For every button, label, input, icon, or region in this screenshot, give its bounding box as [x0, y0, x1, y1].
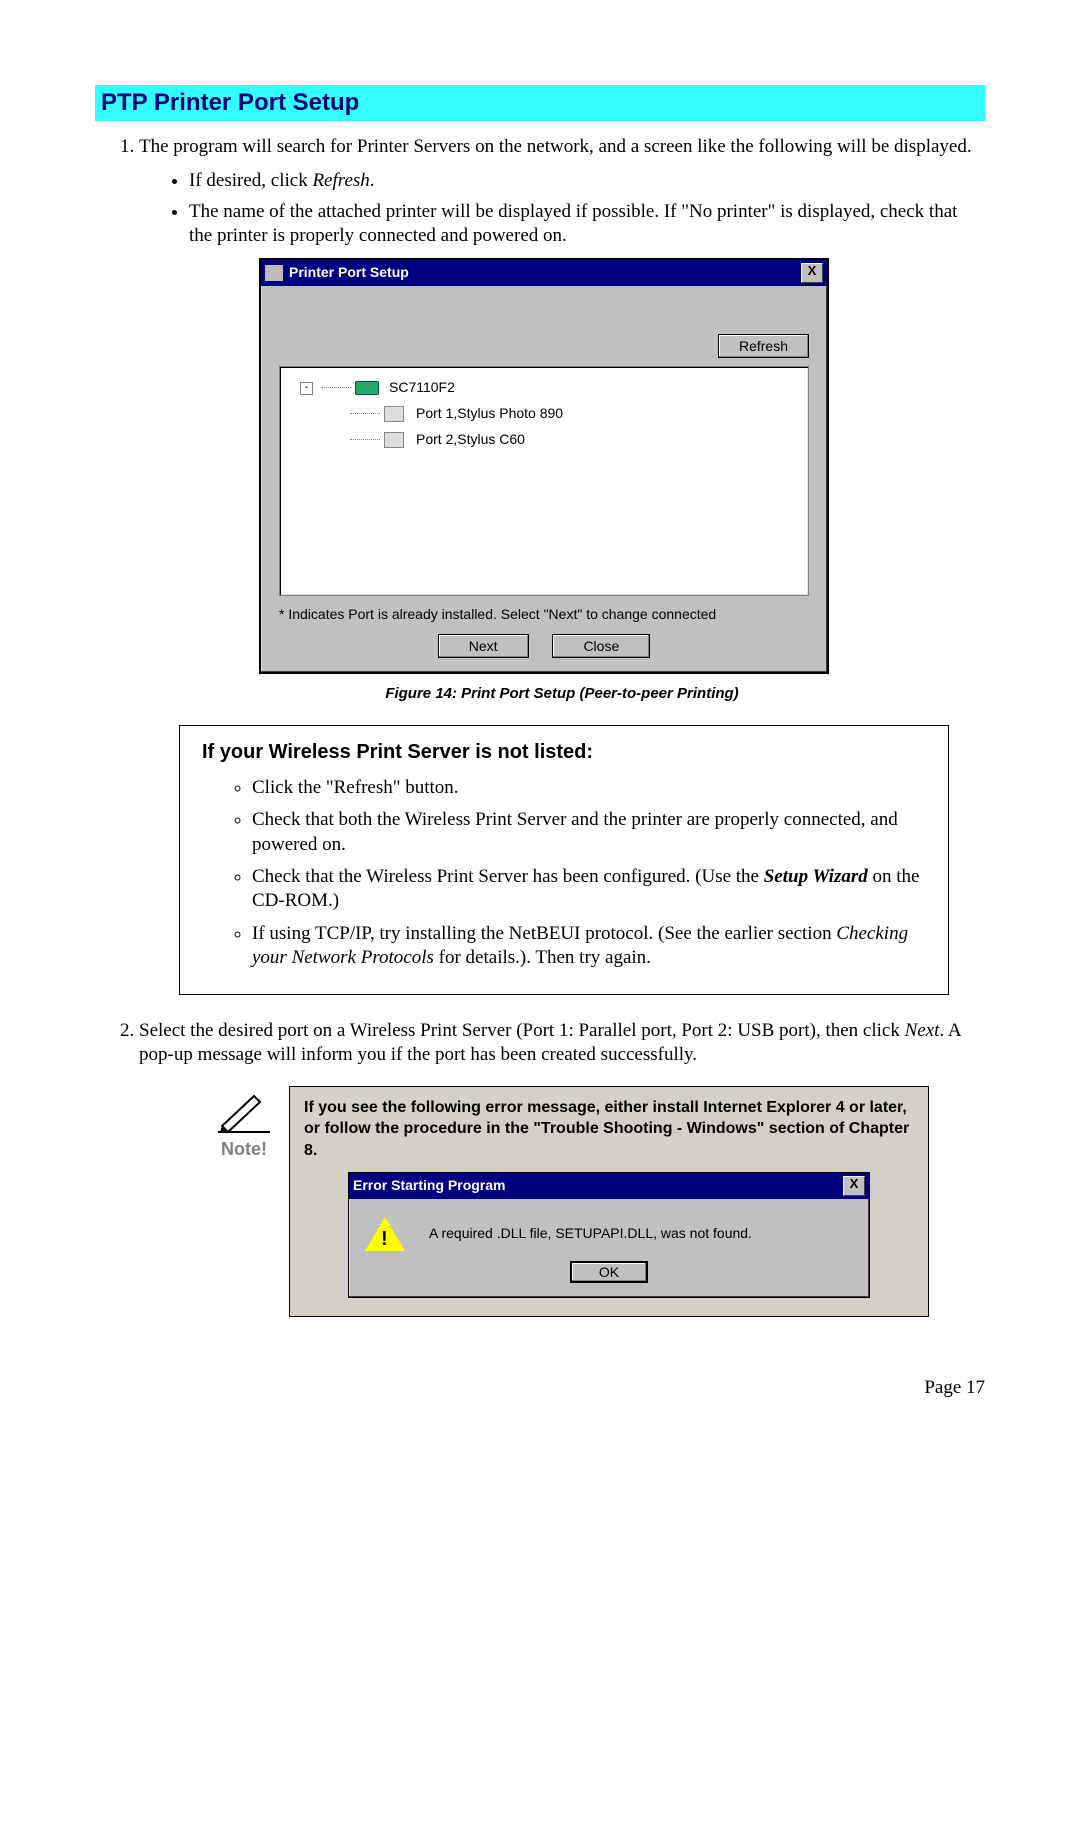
printer-port-setup-dialog: Printer Port Setup X Refresh - SC7110F2	[259, 258, 829, 674]
printserver-icon	[355, 381, 379, 395]
aside-b1: Click the "Refresh" button.	[252, 776, 926, 800]
collapse-icon[interactable]: -	[300, 382, 313, 395]
ok-button[interactable]: OK	[570, 1261, 648, 1283]
warning-icon	[365, 1217, 405, 1251]
note-block: Note! If you see the following error mes…	[199, 1086, 985, 1317]
error-title: Error Starting Program	[353, 1177, 505, 1195]
error-titlebar: Error Starting Program X	[349, 1173, 869, 1199]
not-listed-box: If your Wireless Print Server is not lis…	[179, 725, 949, 995]
text: If desired, click	[189, 170, 312, 191]
port2-label: Port 2,Stylus C60	[416, 431, 525, 449]
printer-icon	[384, 432, 404, 448]
tree-port1-row[interactable]: Port 1,Stylus Photo 890	[290, 401, 798, 427]
step1-bullet-refresh: If desired, click Refresh.	[189, 169, 985, 193]
aside-b2: Check that both the Wireless Print Serve…	[252, 808, 926, 857]
aside-b3: Check that the Wireless Print Server has…	[252, 865, 926, 914]
page-number: Page 17	[95, 1377, 985, 1399]
error-message: A required .DLL file, SETUPAPI.DLL, was …	[429, 1225, 752, 1243]
note-label: Note!	[199, 1138, 289, 1161]
text: Select the desired port on a Wireless Pr…	[139, 1020, 905, 1041]
step-2: Select the desired port on a Wireless Pr…	[139, 1019, 985, 1316]
text: for details.). Then try again.	[434, 947, 651, 968]
next-button[interactable]: Next	[438, 634, 529, 658]
setup-wizard-word: Setup Wizard	[764, 866, 868, 887]
note-body: If you see the following error message, …	[289, 1086, 929, 1317]
device-name: SC7110F2	[389, 379, 455, 397]
text: If using TCP/IP, try installing the NetB…	[252, 923, 836, 944]
ordered-steps: The program will search for Printer Serv…	[95, 135, 985, 1317]
step1-bullets: If desired, click Refresh. The name of t…	[139, 169, 985, 248]
dialog-titlebar: Printer Port Setup X	[261, 260, 827, 286]
device-tree[interactable]: - SC7110F2 Port 1,Stylus Photo 890	[279, 366, 809, 596]
close-icon[interactable]: X	[843, 1176, 865, 1196]
printer-icon	[384, 406, 404, 422]
tree-connector	[350, 439, 380, 441]
error-dialog: Error Starting Program X A required .DLL…	[348, 1172, 870, 1298]
step1-bullet-printer-name: The name of the attached printer will be…	[189, 200, 985, 249]
tree-device-row[interactable]: - SC7110F2	[290, 375, 798, 401]
text: .	[370, 170, 375, 191]
step-1: The program will search for Printer Serv…	[139, 135, 985, 995]
close-button[interactable]: Close	[552, 634, 650, 658]
tree-connector	[350, 413, 380, 415]
section-title: PTP Printer Port Setup	[95, 85, 985, 121]
refresh-word: Refresh	[312, 170, 369, 191]
port1-label: Port 1,Stylus Photo 890	[416, 405, 563, 423]
tree-connector	[321, 387, 351, 389]
text: Check that the Wireless Print Server has…	[252, 866, 764, 887]
next-word: Next	[905, 1020, 940, 1041]
dialog-title: Printer Port Setup	[289, 264, 409, 282]
app-icon	[265, 265, 283, 281]
figure-caption: Figure 14: Print Port Setup (Peer-to-pee…	[139, 684, 985, 703]
aside-b4: If using TCP/IP, try installing the NetB…	[252, 922, 926, 971]
note-text: If you see the following error message, …	[304, 1097, 914, 1162]
dialog-hint: * Indicates Port is already installed. S…	[279, 606, 809, 624]
close-icon[interactable]: X	[801, 263, 823, 283]
step1-text: The program will search for Printer Serv…	[139, 136, 972, 157]
not-listed-title: If your Wireless Print Server is not lis…	[202, 740, 926, 766]
not-listed-bullets: Click the "Refresh" button. Check that b…	[202, 776, 926, 970]
tree-port2-row[interactable]: Port 2,Stylus C60	[290, 427, 798, 453]
refresh-button[interactable]: Refresh	[718, 334, 809, 358]
note-pen-icon	[214, 1086, 274, 1134]
